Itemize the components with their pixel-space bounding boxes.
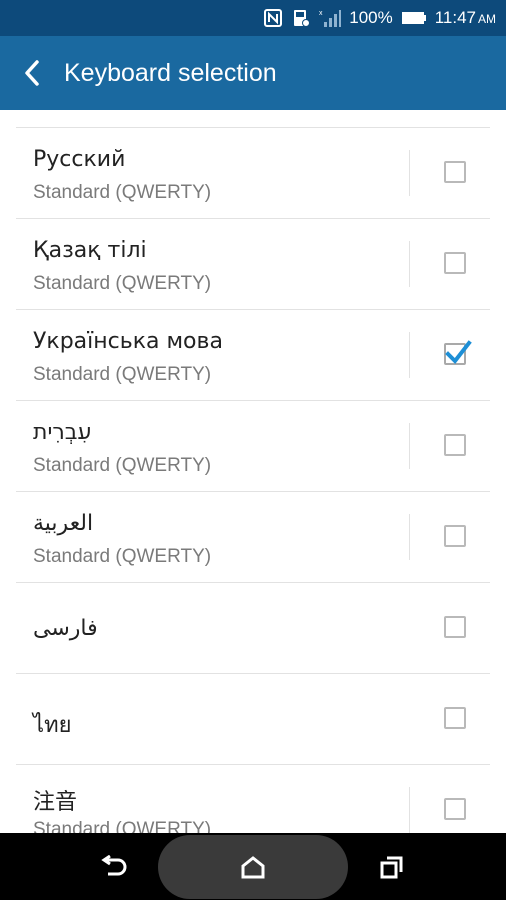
list-item[interactable]: العربية Standard (QWERTY) <box>0 492 506 583</box>
list-item[interactable]: فارسی <box>0 583 506 674</box>
keyboard-name: فارسی <box>33 616 98 641</box>
clock: 11:47 AM <box>435 8 496 28</box>
page-title: Keyboard selection <box>64 58 277 87</box>
checkbox[interactable] <box>444 798 466 820</box>
list-item[interactable]: Українська мова Standard (QWERTY) <box>0 310 506 401</box>
battery-icon <box>401 10 427 26</box>
clock-ampm: AM <box>478 12 496 26</box>
keyboard-name: Русский <box>33 147 126 172</box>
nfc-icon <box>263 8 283 28</box>
nav-home-icon <box>241 855 265 878</box>
nav-recents-icon <box>380 856 403 878</box>
keyboard-name: العربية <box>33 511 94 536</box>
list-item[interactable]: Русский Standard (QWERTY) <box>0 128 506 219</box>
nav-home-button[interactable] <box>213 833 293 900</box>
checkbox[interactable] <box>444 616 466 638</box>
checkbox[interactable] <box>444 434 466 456</box>
battery-percent: 100% <box>349 8 393 27</box>
list-item[interactable]: עִבְרִית Standard (QWERTY) <box>0 401 506 492</box>
keyboard-layout: Standard (QWERTY) <box>33 182 212 203</box>
signal-icon: x <box>319 8 342 28</box>
list-item[interactable]: 注音 Standard (QWERTY) <box>0 765 506 833</box>
checkbox-checked[interactable] <box>444 340 472 365</box>
keyboard-name: Қазақ тілі <box>33 238 147 263</box>
checkbox[interactable] <box>444 707 466 729</box>
keyboard-name: Українська мова <box>33 329 223 354</box>
status-bar: x 100% 11:47 AM <box>0 0 506 36</box>
nav-back-icon <box>101 854 127 875</box>
keyboard-layout: Standard (QWERTY) <box>33 819 212 833</box>
keyboard-layout: Standard (QWERTY) <box>33 364 212 385</box>
keyboard-name: 注音 <box>33 790 78 815</box>
keyboard-name: ไทย <box>33 713 72 738</box>
clock-time: 11:47 <box>434 8 476 27</box>
nav-back-button[interactable] <box>74 833 154 900</box>
nav-recents-button[interactable] <box>352 833 432 900</box>
navigation-bar <box>0 833 506 900</box>
checkbox[interactable] <box>444 161 466 183</box>
keyboard-layout: Standard (QWERTY) <box>33 273 212 294</box>
keyboard-name: עִבְרִית <box>33 420 92 445</box>
back-button[interactable] <box>0 36 64 110</box>
checkmark-icon <box>445 340 472 365</box>
keyboard-layout: Standard (QWERTY) <box>33 546 212 567</box>
list-item[interactable]: Қазақ тілі Standard (QWERTY) <box>0 219 506 310</box>
keyboard-layout: Standard (QWERTY) <box>33 455 212 476</box>
list-item[interactable]: ไทย <box>0 674 506 765</box>
keyboard-list: Русский Standard (QWERTY) Қазақ тілі Sta… <box>0 110 506 833</box>
list-item-partial <box>0 110 506 128</box>
data-saver-icon <box>291 8 311 28</box>
back-arrow-icon <box>25 60 39 86</box>
checkbox[interactable] <box>444 525 466 547</box>
checkbox[interactable] <box>444 252 466 274</box>
svg-text:x: x <box>319 10 323 17</box>
action-bar: Keyboard selection <box>0 36 506 110</box>
